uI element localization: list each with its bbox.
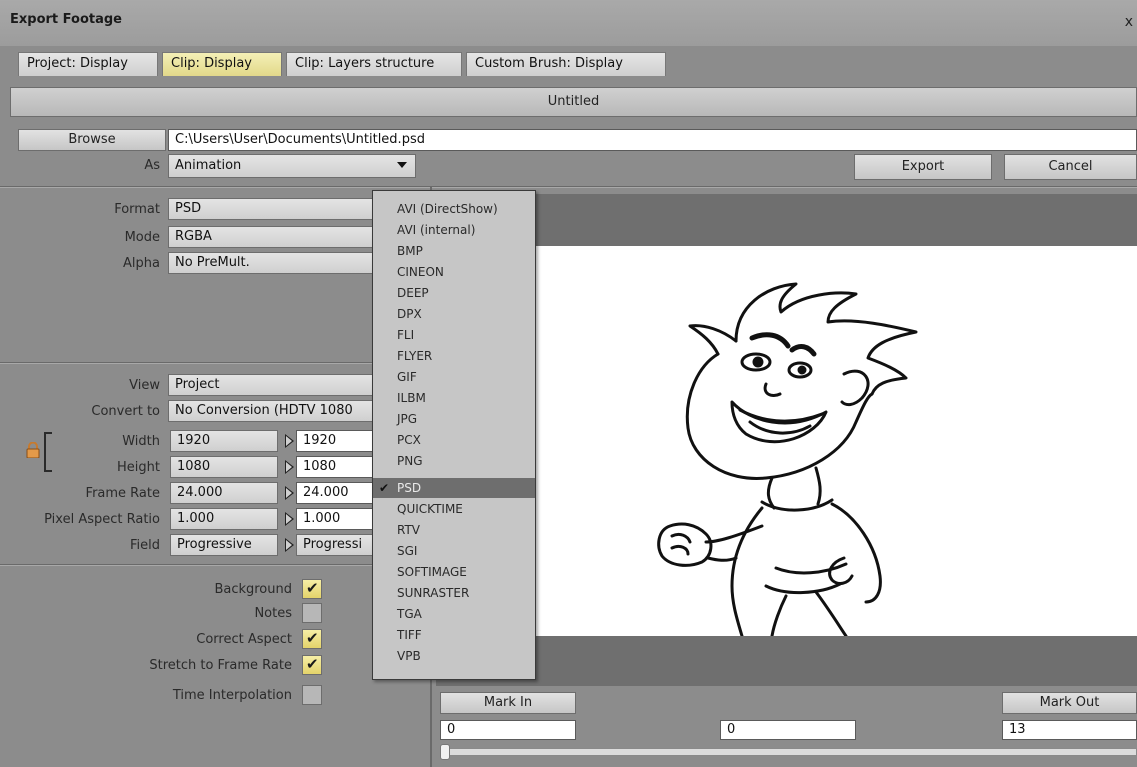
window-title-bar: Export Footage x [0, 0, 1137, 46]
current-frame-input[interactable]: 0 [720, 720, 856, 740]
format-option[interactable]: QUICKTIME [373, 499, 535, 519]
triangle-right-icon [285, 538, 294, 552]
format-option[interactable]: BMP [373, 241, 535, 261]
format-option[interactable]: SOFTIMAGE [373, 562, 535, 582]
frame-rate-target-input[interactable]: 24.000 [296, 482, 378, 504]
preview-footer [436, 636, 1137, 686]
pixel-aspect-ratio-source-field: 1.000 [170, 508, 278, 530]
alpha-dropdown[interactable]: No PreMult. [168, 252, 378, 274]
format-option[interactable]: GIF [373, 367, 535, 387]
time-interpolation-checkbox[interactable] [302, 685, 322, 705]
triangle-right-icon [285, 434, 294, 448]
mark-out-input[interactable]: 13 [1002, 720, 1137, 740]
format-option[interactable]: SGI [373, 541, 535, 561]
convert-to-dropdown[interactable]: No Conversion (HDTV 1080 [168, 400, 378, 422]
character-drawing [657, 282, 918, 638]
export-name-bar: Untitled [10, 87, 1137, 117]
pixel-aspect-ratio-target-input[interactable]: 1.000 [296, 508, 378, 530]
height-label: Height [117, 460, 160, 475]
format-option[interactable]: DPX [373, 304, 535, 324]
format-option-label: PSD [397, 481, 422, 495]
tab-custom-brush-display[interactable]: Custom Brush: Display [466, 52, 666, 76]
timeline-slider-track[interactable] [440, 748, 1137, 756]
field-target-dropdown[interactable]: Progressi [296, 534, 378, 556]
triangle-right-icon [285, 512, 294, 526]
view-dropdown[interactable]: Project [168, 374, 378, 396]
notes-checkbox[interactable] [302, 603, 322, 623]
file-path-input[interactable]: C:\Users\User\Documents\Untitled.psd [168, 129, 1137, 151]
width-target-input[interactable]: 1920 [296, 430, 378, 452]
format-option[interactable]: DEEP [373, 283, 535, 303]
format-option[interactable]: RTV [373, 520, 535, 540]
tab-clip-layers-structure[interactable]: Clip: Layers structure [286, 52, 462, 76]
background-checkbox[interactable] [302, 579, 322, 599]
tab-clip-display[interactable]: Clip: Display [162, 52, 282, 76]
format-option[interactable]: TIFF [373, 625, 535, 645]
as-dropdown[interactable]: Animation [168, 154, 416, 178]
notes-label: Notes [254, 606, 292, 621]
mark-out-button[interactable]: Mark Out [1002, 692, 1137, 714]
format-dropdown[interactable]: PSD [168, 198, 378, 220]
field-label: Field [129, 538, 160, 553]
format-option[interactable]: AVI (internal) [373, 220, 535, 240]
timeline-slider-handle[interactable] [440, 744, 450, 760]
divider [0, 362, 436, 364]
divider [0, 186, 1137, 188]
mode-dropdown[interactable]: RGBA [168, 226, 378, 248]
format-option[interactable]: TGA [373, 604, 535, 624]
format-dropdown-list[interactable]: AVI (DirectShow) AVI (internal) BMP CINE… [372, 190, 536, 680]
width-source-field: 1920 [170, 430, 278, 452]
cancel-button[interactable]: Cancel [1004, 154, 1137, 180]
divider [0, 564, 436, 566]
format-option[interactable]: PNG [373, 451, 535, 471]
mode-label: Mode [124, 230, 160, 245]
format-option[interactable]: AVI (DirectShow) [373, 199, 535, 219]
height-source-field: 1080 [170, 456, 278, 478]
format-option[interactable]: PCX [373, 430, 535, 450]
mark-in-input[interactable]: 0 [440, 720, 576, 740]
format-option[interactable]: VPB [373, 646, 535, 666]
close-icon[interactable]: x [1125, 14, 1133, 30]
format-option[interactable]: JPG [373, 409, 535, 429]
as-label: As [144, 158, 160, 173]
mark-in-button[interactable]: Mark In [440, 692, 576, 714]
view-label: View [129, 378, 160, 393]
field-source-field: Progressive [170, 534, 278, 556]
convert-to-label: Convert to [91, 404, 160, 419]
stretch-to-frame-rate-label: Stretch to Frame Rate [149, 658, 292, 673]
triangle-right-icon [285, 486, 294, 500]
format-option-selected[interactable]: ✔ PSD [373, 478, 535, 498]
browse-button[interactable]: Browse [18, 129, 166, 151]
chevron-down-icon [397, 162, 407, 168]
format-option[interactable]: FLYER [373, 346, 535, 366]
format-label: Format [114, 202, 160, 217]
triangle-right-icon [285, 460, 294, 474]
format-option[interactable]: ILBM [373, 388, 535, 408]
frame-rate-label: Frame Rate [85, 486, 160, 501]
width-label: Width [122, 434, 160, 449]
time-interpolation-label: Time Interpolation [172, 688, 292, 703]
check-icon: ✔ [379, 481, 390, 495]
export-button[interactable]: Export [854, 154, 992, 180]
pixel-aspect-ratio-label: Pixel Aspect Ratio [44, 512, 160, 527]
stretch-to-frame-rate-checkbox[interactable] [302, 655, 322, 675]
height-target-input[interactable]: 1080 [296, 456, 378, 478]
tab-project-display[interactable]: Project: Display [18, 52, 158, 76]
correct-aspect-checkbox[interactable] [302, 629, 322, 649]
as-dropdown-value: Animation [175, 158, 242, 173]
window-title: Export Footage [10, 12, 122, 27]
preview-canvas [436, 246, 1137, 638]
preview-header [436, 194, 1137, 246]
correct-aspect-label: Correct Aspect [196, 632, 292, 647]
alpha-label: Alpha [123, 256, 160, 271]
format-option[interactable]: FLI [373, 325, 535, 345]
format-option[interactable]: SUNRASTER [373, 583, 535, 603]
format-option[interactable]: CINEON [373, 262, 535, 282]
frame-rate-source-field: 24.000 [170, 482, 278, 504]
background-label: Background [214, 582, 292, 597]
